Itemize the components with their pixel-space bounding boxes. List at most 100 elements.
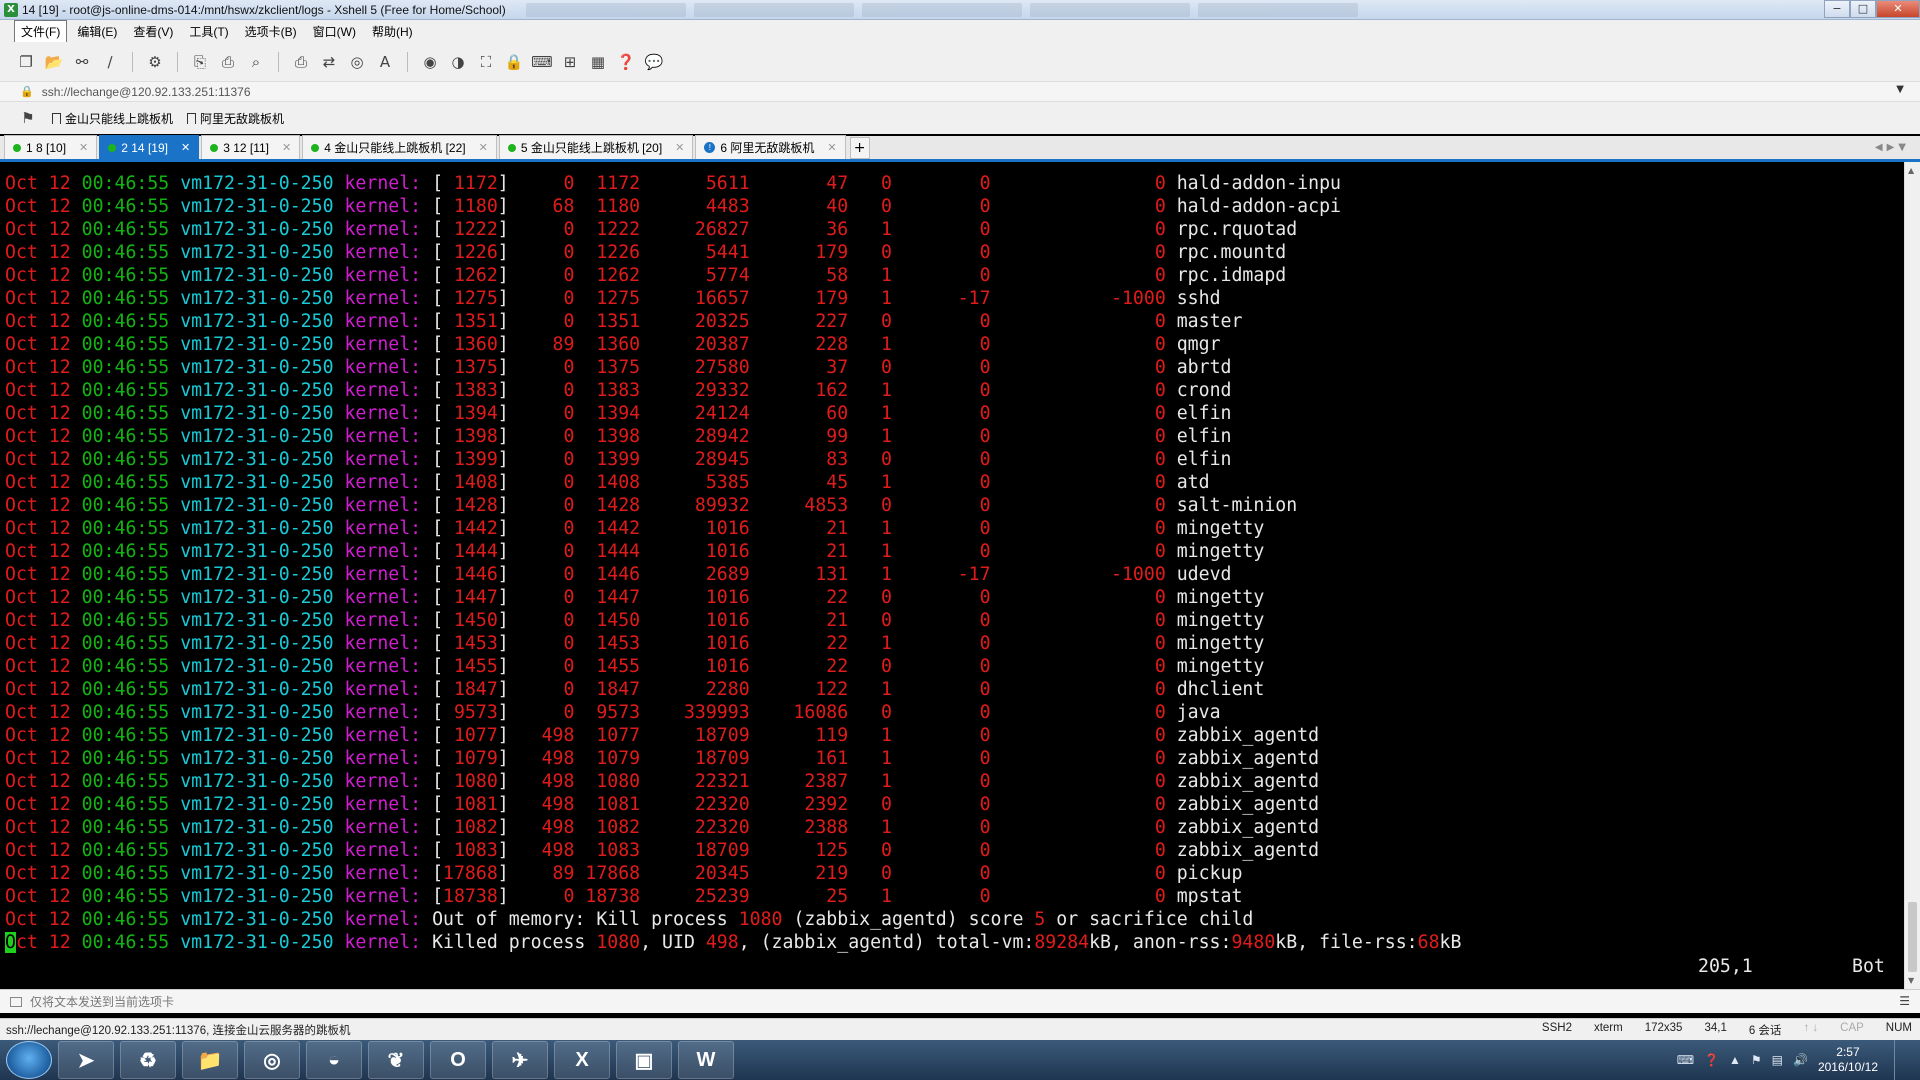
taskbar-feather-app[interactable]: ➤ [58, 1041, 114, 1079]
font-icon[interactable]: A [375, 52, 395, 72]
taskbar-outlook[interactable]: O [430, 1041, 486, 1079]
log-host: vm172-31-0-250 [180, 610, 345, 631]
bracket: [ [432, 679, 444, 700]
status-protocol: SSH2 [1541, 1022, 1572, 1034]
close-tab-icon[interactable]: ✕ [282, 141, 291, 154]
scroll-down-icon[interactable]: ▼ [1908, 976, 1914, 985]
help-icon[interactable]: ❓ [616, 52, 636, 72]
compose-placeholder[interactable]: 仅将文本发送到当前选项卡 [30, 993, 174, 1010]
connect-icon[interactable]: ⚯ [72, 52, 92, 72]
network-icon[interactable]: ▤ [1772, 1053, 1783, 1067]
minimize-button[interactable]: − [1824, 0, 1850, 18]
log-date: Oct 12 [5, 380, 82, 401]
copy-icon[interactable]: ⎘ [190, 52, 210, 72]
volume-icon[interactable]: 🔊 [1793, 1053, 1808, 1067]
scrollbar-thumb[interactable] [1908, 902, 1917, 972]
tab-6[interactable]: ! 6 阿里无敌跳板机 ✕ [695, 135, 846, 159]
taskbar-feiq[interactable]: ✈ [492, 1041, 548, 1079]
clock[interactable]: 2:57 2016/10/12 [1818, 1045, 1878, 1075]
new-tab-icon[interactable]: ⊞ [560, 52, 580, 72]
menu-view[interactable]: 查看(V) [127, 21, 179, 42]
tab-3[interactable]: 3 12 [11] ✕ [201, 135, 301, 159]
cpu: 0 [848, 587, 893, 608]
find-icon[interactable]: ⌕ [246, 52, 266, 72]
taskbar-xshell[interactable]: ▣ [616, 1041, 672, 1079]
new-session-icon[interactable]: ❐ [16, 52, 36, 72]
total-vm: 26827 [640, 219, 750, 240]
show-hidden-icon[interactable]: ▲ [1729, 1053, 1741, 1067]
terminal-scrollbar[interactable]: ▲ ▼ [1904, 162, 1920, 989]
terminal-output[interactable]: Oct 12 00:46:55 vm172-31-0-250 kernel: [… [0, 162, 1904, 989]
menu-tab[interactable]: 选项卡(B) [239, 21, 303, 42]
close-tab-icon[interactable]: ✕ [79, 141, 88, 154]
uid: 0 [508, 380, 575, 401]
disconnect-icon[interactable]: ∕ [100, 52, 120, 72]
tab-5[interactable]: 5 金山只能线上跳板机 [20] ✕ [498, 135, 694, 159]
address-text[interactable]: ssh://lechange@120.92.133.251:11376 [42, 85, 251, 99]
compose-menu-icon[interactable]: ☰ [1899, 994, 1910, 1008]
chevron-down-icon[interactable]: ▼ [1896, 84, 1904, 95]
menu-edit[interactable]: 编辑(E) [71, 21, 123, 42]
pid: 1428 [443, 495, 498, 516]
print-icon[interactable]: ⎙ [291, 52, 311, 72]
taskbar-bird-app[interactable]: ❦ [368, 1041, 424, 1079]
taskbar-word[interactable]: W [678, 1041, 734, 1079]
tab-1[interactable]: 1 8 [10] ✕ [4, 135, 98, 159]
log-time: 00:46:55 [81, 311, 181, 332]
log-time: 00:46:55 [81, 863, 181, 884]
process-name: master [1165, 311, 1243, 332]
oom-score-adj: 0 [990, 380, 1166, 401]
log-time: 00:46:55 [81, 771, 181, 792]
paste-icon[interactable]: ⎙ [218, 52, 238, 72]
terminal-line: Oct 12 00:46:55 vm172-31-0-250 kernel: [… [5, 310, 1904, 333]
taskbar-chrome[interactable]: ◎ [244, 1041, 300, 1079]
rss: 83 [749, 449, 849, 470]
oom-score-adj: 0 [990, 357, 1166, 378]
lock-icon[interactable]: 🔒 [504, 52, 524, 72]
close-tab-icon[interactable]: ✕ [479, 141, 488, 154]
taskbar-recycle-app[interactable]: ♻ [120, 1041, 176, 1079]
show-desktop-button[interactable] [1894, 1040, 1906, 1080]
chat-icon[interactable]: 💬 [644, 52, 664, 72]
scroll-up-icon[interactable]: ▲ [1908, 166, 1914, 175]
bracket: ] [497, 403, 509, 424]
menu-tools[interactable]: 工具(T) [183, 21, 234, 42]
link-aliyun-jump[interactable]: 阿里无敌跳板机 [187, 110, 284, 127]
status-sessions: 6 会话 [1748, 1025, 1782, 1037]
globe-icon[interactable]: ◎ [347, 52, 367, 72]
menu-file[interactable]: 文件(F) [14, 19, 68, 43]
flag-icon[interactable]: ⚑ [1751, 1053, 1762, 1067]
menu-window[interactable]: 窗口(W) [307, 21, 362, 42]
open-folder-icon[interactable]: 📂 [44, 52, 64, 72]
tab-scroll-icons[interactable]: ◀▶▼ [1875, 142, 1910, 153]
script-icon[interactable]: ◑ [448, 52, 468, 72]
close-tab-icon[interactable]: ✕ [827, 141, 836, 154]
compose-bar[interactable]: 仅将文本发送到当前选项卡 ☰ [0, 989, 1920, 1013]
fullscreen-icon[interactable]: ⛶ [476, 52, 496, 72]
help-icon[interactable]: ❓ [1704, 1053, 1719, 1067]
log-host: vm172-31-0-250 [180, 633, 345, 654]
close-tab-icon[interactable]: ✕ [181, 141, 190, 154]
tab-2[interactable]: 2 14 [19] ✕ [99, 135, 200, 159]
log-tag: kernel: [344, 541, 433, 562]
taskbar-excel[interactable]: X [554, 1041, 610, 1079]
taskbar-explorer[interactable]: 📁 [182, 1041, 238, 1079]
link-kingsoft-jump[interactable]: 金山只能线上跳板机 [52, 110, 173, 127]
address-bar[interactable]: 🔒 ssh://lechange@120.92.133.251:11376 ▼ [0, 82, 1920, 102]
layout-icon[interactable]: ▦ [588, 52, 608, 72]
taskbar-firefox[interactable]: ◒ [306, 1041, 362, 1079]
start-button[interactable] [6, 1041, 52, 1079]
maximize-button[interactable]: □ [1850, 0, 1876, 18]
close-button[interactable]: ✕ [1876, 0, 1920, 18]
menu-help[interactable]: 帮助(H) [366, 21, 419, 42]
keyboard-icon[interactable]: ⌨ [1677, 1053, 1694, 1067]
keyboard-icon[interactable]: ⌨ [531, 52, 553, 72]
total-vm: 4483 [640, 196, 750, 217]
close-tab-icon[interactable]: ✕ [675, 141, 684, 154]
tab-4[interactable]: 4 金山只能线上跳板机 [22] ✕ [302, 135, 497, 159]
xftp-icon[interactable]: ◉ [420, 52, 440, 72]
add-tab-button[interactable]: + [849, 137, 870, 159]
links-menu-icon[interactable]: ⚑ [18, 108, 38, 128]
transfer-icon[interactable]: ⇄ [319, 52, 339, 72]
session-properties-icon[interactable]: ⚙ [145, 52, 165, 72]
